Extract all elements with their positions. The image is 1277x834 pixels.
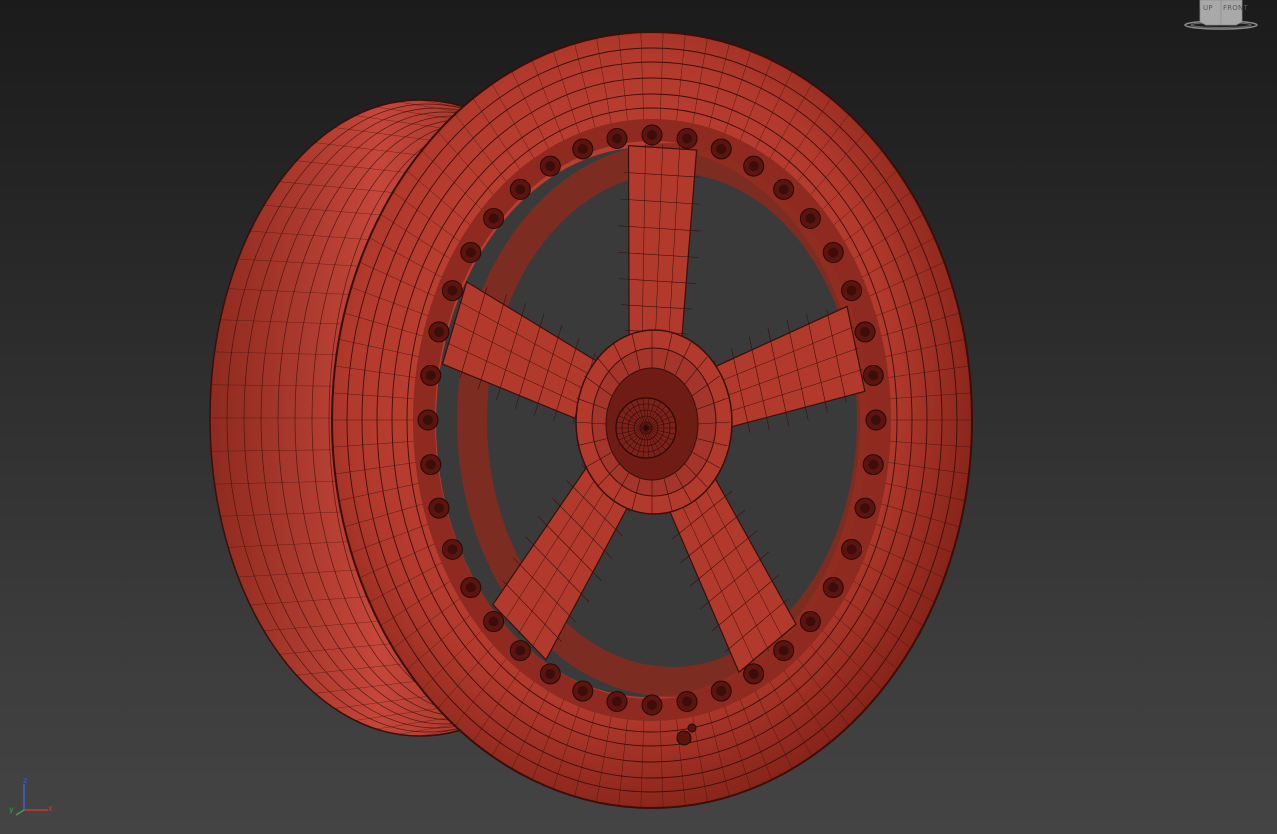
axis-y-label: y <box>9 805 14 814</box>
rim-bolt-head <box>682 133 693 144</box>
rim-bolt-head <box>545 161 556 172</box>
rim-bolt-head <box>860 503 871 514</box>
axis-x-label: x <box>48 804 53 813</box>
rim-bolt-head <box>805 213 816 224</box>
rim-bolt-head <box>778 184 789 195</box>
rim-bolt-head <box>647 700 657 710</box>
rim-bolt-head <box>748 161 759 172</box>
rim-bolt-head <box>778 645 789 656</box>
rim-bolt-head <box>611 696 622 707</box>
rim-bolt-head <box>871 415 881 425</box>
rim-bolt-head <box>682 696 693 707</box>
rim-bolt-head <box>433 503 444 514</box>
rim-bolt-head <box>716 686 727 697</box>
rim-bolt-head <box>515 184 526 195</box>
axis-z-label: z <box>23 776 28 785</box>
rim-bolt-head <box>716 143 727 154</box>
rim-bolt-head <box>425 370 436 381</box>
rim-bolt-head <box>447 544 458 555</box>
rim-bolt-head <box>447 285 458 296</box>
rim-bolt-head <box>868 459 879 470</box>
rim-bolt-head <box>465 247 476 258</box>
rim-bolt-head <box>488 616 499 627</box>
rim-bolt-head <box>846 544 857 555</box>
rim-bolt-head <box>647 130 657 140</box>
rim-bolt-head <box>433 326 444 337</box>
rim-bolt-head <box>860 326 871 337</box>
valve-stem-cap <box>687 723 697 733</box>
viewcube[interactable]: UP FRONT <box>1183 0 1259 34</box>
rim-bolt-head <box>868 370 879 381</box>
rim-bolt-head <box>805 616 816 627</box>
viewcube-face-front[interactable]: FRONT <box>1223 4 1248 12</box>
rim-bolt-head <box>545 668 556 679</box>
rim-bolt-head <box>465 582 476 593</box>
rim-bolt-head <box>611 133 622 144</box>
wheel-model[interactable] <box>0 0 1277 834</box>
axis-tripod: z y x <box>8 776 58 818</box>
rim-bolt-head <box>577 686 588 697</box>
viewcube-face-up[interactable]: UP <box>1203 4 1213 12</box>
rim-bolt-head <box>748 668 759 679</box>
rim-bolt-head <box>577 143 588 154</box>
valve-stem <box>676 730 692 746</box>
rim-bolt-head <box>515 645 526 656</box>
rim-bolt-head <box>828 582 839 593</box>
rim-bolt-head <box>828 247 839 258</box>
rim-bolt-head <box>425 459 436 470</box>
rim-bolt-head <box>846 285 857 296</box>
perspective-viewport[interactable] <box>0 0 1277 834</box>
rim-bolt-head <box>488 213 499 224</box>
rim-bolt-head <box>423 415 433 425</box>
wheel-hub <box>573 329 733 515</box>
